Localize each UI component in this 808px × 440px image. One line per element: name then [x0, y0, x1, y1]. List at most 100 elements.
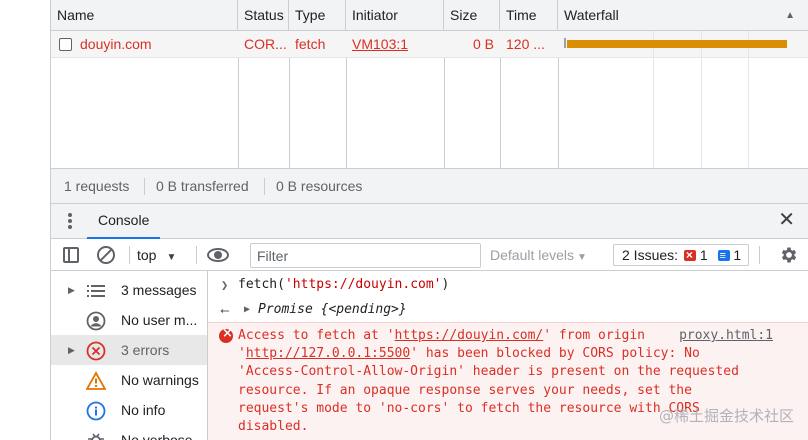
console-result-line[interactable]: ⭠ ▶ Promise {<pending>}: [208, 301, 808, 321]
sidebar-item-label: No warnings: [121, 372, 199, 388]
filter-input[interactable]: [250, 243, 481, 268]
column-divider: [500, 58, 501, 168]
cell-status: COR...: [244, 36, 287, 52]
summary-requests: 1 requests: [64, 178, 130, 194]
waterfall-gridline: [701, 31, 702, 168]
toolbar-divider: [129, 246, 130, 264]
sidebar-item-user-messages[interactable]: No user m...: [51, 305, 207, 335]
column-time[interactable]: Time: [500, 0, 558, 31]
sidebar-item-label: 3 messages: [121, 282, 197, 298]
log-levels-label: Default levels: [490, 247, 575, 263]
column-divider: [346, 58, 347, 168]
result-text: Promise {<pending>}: [258, 302, 407, 317]
error-source-link[interactable]: proxy.html:1: [679, 327, 773, 345]
column-divider: [289, 58, 290, 168]
console-toolbar: top▼ Default levels▼ 2 Issues: 1 1: [51, 239, 808, 271]
column-initiator[interactable]: Initiator: [346, 0, 444, 31]
warning-icon: [86, 371, 106, 391]
error-text-part: 'Access-Control-Allow-Origin' header is …: [238, 364, 739, 380]
watermark: @稀土掘金技术社区: [658, 407, 794, 425]
row-checkbox-icon[interactable]: [59, 38, 72, 51]
column-divider: [558, 58, 559, 168]
table-header: Name Status Type Initiator Size Time Wat…: [51, 0, 808, 31]
info-badge-icon: [717, 246, 730, 266]
input-prefix: fetch(: [238, 277, 285, 292]
sidebar-item-messages[interactable]: ▶ 3 messages: [51, 275, 207, 305]
column-type[interactable]: Type: [289, 0, 346, 31]
error-text-part: disabled.: [238, 419, 309, 435]
error-icon: [86, 341, 106, 361]
info-icon: [86, 401, 106, 421]
more-tabs-icon[interactable]: [65, 212, 75, 230]
issues-button[interactable]: 2 Issues: 1 1: [613, 244, 749, 266]
waterfall-bar[interactable]: [567, 40, 787, 48]
sidebar-item-label: No user m...: [121, 312, 198, 328]
input-suffix: ): [441, 277, 450, 292]
error-circle-icon: [219, 326, 233, 343]
error-url-link[interactable]: https://douyin.com/: [395, 328, 544, 343]
context-selector[interactable]: top ▼: [137, 239, 176, 271]
column-divider: [444, 58, 445, 168]
result-arrow-icon: ⭠: [220, 303, 230, 317]
expand-arrow-icon[interactable]: ▶: [68, 335, 75, 365]
issues-label: 2 Issues:: [622, 247, 679, 263]
summary-divider: [264, 178, 265, 195]
toolbar-divider: [196, 246, 197, 264]
list-icon: [86, 281, 106, 301]
sidebar-item-label: No info: [121, 402, 166, 418]
error-text-part: request's mode to 'no-cors' to fetch the…: [238, 400, 700, 416]
column-status[interactable]: Status: [238, 0, 289, 31]
console-sidebar: ▶ 3 messages No user m... ▶ 3 errors No …: [51, 271, 208, 440]
live-expression-eye-icon[interactable]: [207, 248, 229, 262]
devtools-panel: Name Status Type Initiator Size Time Wat…: [50, 0, 808, 440]
tab-console[interactable]: Console: [87, 204, 161, 239]
expand-arrow-icon[interactable]: ▶: [68, 275, 75, 305]
prompt-chevron-icon: ❯: [221, 278, 229, 292]
sort-up-icon[interactable]: ▲: [785, 10, 795, 21]
drawer-header: Console ✕: [51, 204, 808, 239]
cell-time: 120 ...: [506, 36, 545, 52]
log-levels-dropdown[interactable]: Default levels ▼: [490, 239, 587, 271]
initiator-link[interactable]: VM103:1: [352, 36, 408, 52]
gear-icon[interactable]: [779, 245, 799, 265]
network-table: Name Status Type Initiator Size Time Wat…: [51, 0, 808, 168]
error-text-part: ': [238, 346, 246, 362]
summary-resources: 0 B resources: [276, 178, 363, 194]
sidebar-item-verbose[interactable]: No verbose: [51, 425, 207, 440]
cell-name: douyin.com: [51, 31, 238, 58]
cell-initiator: VM103:1: [346, 31, 444, 58]
sidebar-item-warnings[interactable]: No warnings: [51, 365, 207, 395]
column-size[interactable]: Size: [444, 0, 500, 31]
sidebar-item-errors[interactable]: ▶ 3 errors: [51, 335, 207, 365]
summary-divider: [144, 178, 145, 195]
cell-type: fetch: [295, 36, 326, 52]
sidebar-item-label: 3 errors: [121, 342, 170, 358]
error-badge-icon: [683, 245, 696, 265]
close-drawer-icon[interactable]: ✕: [778, 210, 795, 230]
caret-down-icon: ▼: [577, 252, 587, 263]
toolbar-divider: [759, 246, 760, 264]
request-name: douyin.com: [80, 36, 152, 52]
cell-size: 0 B: [472, 36, 494, 52]
error-text-part: Access to fetch at ': [238, 328, 395, 343]
origin-url-link[interactable]: http://127.0.0.1:5500: [246, 346, 410, 361]
column-divider: [238, 58, 239, 168]
console-input-line[interactable]: ❯ fetch('https://douyin.com'): [208, 276, 808, 296]
column-waterfall[interactable]: Waterfall: [558, 0, 808, 31]
user-icon: [86, 311, 106, 331]
sidebar-item-info[interactable]: No info: [51, 395, 207, 425]
console-input-text: fetch('https://douyin.com'): [238, 276, 449, 294]
sidebar-toggle-icon[interactable]: [63, 247, 79, 263]
clear-console-icon[interactable]: [97, 246, 115, 264]
column-name[interactable]: Name: [51, 0, 238, 31]
left-gutter: [0, 0, 50, 440]
waterfall-start-tick: [564, 38, 566, 48]
issues-info-count: 1: [733, 247, 742, 263]
issues-error-count: 1: [699, 247, 708, 263]
context-label: top: [137, 247, 157, 263]
expand-triangle-icon[interactable]: ▶: [244, 301, 250, 319]
bug-icon: [86, 431, 106, 440]
column-waterfall-label: Waterfall: [564, 7, 619, 23]
error-text-part: ' has been blocked by CORS policy: No: [410, 346, 700, 362]
waterfall-gridline: [748, 31, 749, 168]
